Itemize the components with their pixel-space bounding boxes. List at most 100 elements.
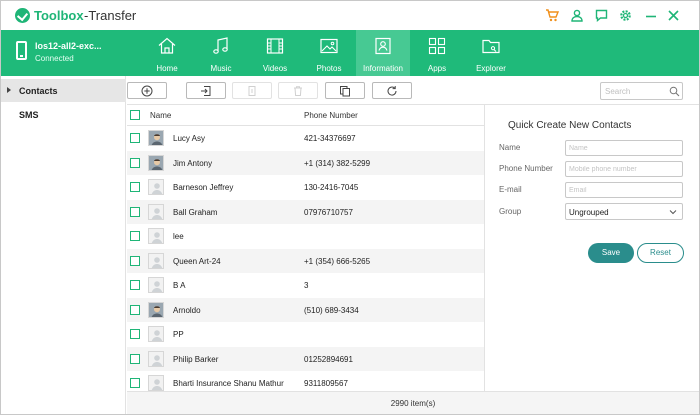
device-panel[interactable]: los12-all2-exc... Connected xyxy=(1,30,136,76)
row-checkbox[interactable] xyxy=(130,255,140,266)
table-row[interactable]: B A 3 xyxy=(127,273,484,298)
avatar xyxy=(148,203,164,220)
table-row[interactable]: Lucy Asy 421-34376697 xyxy=(127,126,484,151)
contact-phone: +1 (314) 382-5299 xyxy=(304,158,371,168)
tab-label: Videos xyxy=(262,64,288,73)
folder-icon xyxy=(482,39,500,54)
contact-phone: 01252894691 xyxy=(304,354,353,364)
row-checkbox[interactable] xyxy=(130,378,140,388)
import-icon xyxy=(201,85,211,96)
contacts-table: Name Phone Number Lucy Asy 421-34376697 Ji… xyxy=(127,105,484,391)
contact-name: Queen Art-24 xyxy=(173,256,221,266)
duplicate-button[interactable] xyxy=(325,82,365,99)
sidebar-item-label: Contacts xyxy=(19,86,58,96)
avatar xyxy=(148,228,164,244)
avatar xyxy=(148,301,164,318)
delete-button[interactable] xyxy=(278,82,318,99)
tab-apps[interactable]: Apps xyxy=(410,30,464,76)
sidebar-item-label: SMS xyxy=(19,110,39,120)
status-footer: 2990 item(s) xyxy=(127,391,699,414)
app-window: Toolbox -Transfer los12-all2-exc... Conn… xyxy=(0,0,700,415)
device-name: los12-all2-exc... xyxy=(35,41,102,51)
phone-icon xyxy=(16,41,27,60)
contacts-toolbar xyxy=(127,76,699,105)
duplicate-icon xyxy=(340,85,350,96)
email-field[interactable] xyxy=(565,182,683,198)
row-checkbox[interactable] xyxy=(130,280,140,290)
main-nav-bar: los12-all2-exc... Connected Home Music V… xyxy=(1,30,699,76)
table-row[interactable]: Arnoldo (510) 689-3434 xyxy=(127,297,484,322)
group-select[interactable]: Ungrouped xyxy=(565,203,683,220)
toolbox-logo-icon xyxy=(15,8,30,23)
import-button[interactable] xyxy=(186,82,226,99)
group-label: Group xyxy=(499,207,522,216)
user-icon[interactable] xyxy=(569,8,584,23)
table-row[interactable]: Philip Barker 01252894691 xyxy=(127,346,484,371)
table-row[interactable]: Barneson Jeffrey 130-2416-7045 xyxy=(127,175,484,200)
contact-name: Bharti Insurance Shanu Mathur xyxy=(173,379,284,388)
row-checkbox[interactable] xyxy=(130,133,140,143)
tab-music[interactable]: Music xyxy=(194,30,248,76)
row-checkbox[interactable] xyxy=(130,231,140,241)
app-title-brand: Toolbox xyxy=(34,8,84,23)
row-checkbox[interactable] xyxy=(130,206,140,217)
table-row[interactable]: PP xyxy=(127,322,484,347)
avatar xyxy=(148,154,164,171)
table-row[interactable]: Ball Graham 07976710757 xyxy=(127,199,484,224)
row-checkbox[interactable] xyxy=(130,304,140,315)
search-input[interactable] xyxy=(601,83,667,99)
tab-home[interactable]: Home xyxy=(140,30,194,76)
apps-grid-icon xyxy=(428,37,446,55)
search-icon[interactable] xyxy=(669,86,680,97)
image-icon xyxy=(320,38,338,54)
gear-icon[interactable] xyxy=(618,8,633,23)
tab-photos[interactable]: Photos xyxy=(302,30,356,76)
add-icon xyxy=(141,85,153,96)
sidebar-item-sms[interactable]: SMS xyxy=(1,103,126,126)
table-header: Name Phone Number xyxy=(127,105,484,126)
export-icon xyxy=(248,85,256,96)
avatar xyxy=(148,130,164,146)
film-icon xyxy=(266,38,284,54)
row-checkbox[interactable] xyxy=(130,182,140,192)
export-button[interactable] xyxy=(232,82,272,99)
tab-label: Explorer xyxy=(476,64,506,73)
feedback-icon[interactable] xyxy=(594,8,609,23)
add-contact-button[interactable] xyxy=(127,82,167,99)
close-icon[interactable] xyxy=(666,8,681,23)
delete-icon xyxy=(294,85,302,96)
save-button[interactable]: Save xyxy=(588,243,634,263)
refresh-icon xyxy=(387,85,397,96)
contact-name: Barneson Jeffrey xyxy=(173,183,234,192)
tab-label: Music xyxy=(210,64,232,73)
table-row[interactable]: lee xyxy=(127,224,484,249)
avatar xyxy=(148,179,164,195)
table-row[interactable]: Queen Art-24 +1 (354) 666-5265 xyxy=(127,248,484,273)
name-field[interactable] xyxy=(565,140,683,156)
music-icon xyxy=(213,37,228,54)
contact-phone: +1 (354) 666-5265 xyxy=(304,256,371,266)
minimize-icon[interactable] xyxy=(643,8,658,23)
quick-create-title: Quick Create New Contacts xyxy=(508,120,632,131)
row-checkbox[interactable] xyxy=(130,329,140,339)
sidebar-item-contacts[interactable]: Contacts xyxy=(1,79,126,102)
row-checkbox[interactable] xyxy=(130,353,140,364)
reset-button[interactable]: Reset xyxy=(637,243,684,263)
contact-name: PP xyxy=(173,330,184,339)
row-checkbox[interactable] xyxy=(130,157,140,168)
tab-label: Photos xyxy=(316,64,342,73)
table-row[interactable]: Jim Antony +1 (314) 382-5299 xyxy=(127,150,484,175)
app-title-suffix: -Transfer xyxy=(84,8,137,23)
select-all-checkbox[interactable] xyxy=(130,110,140,120)
tab-label: Apps xyxy=(427,64,447,73)
tab-videos[interactable]: Videos xyxy=(248,30,302,76)
cart-icon[interactable] xyxy=(544,8,559,23)
contact-name: Arnoldo xyxy=(173,305,201,315)
phone-number-field[interactable] xyxy=(565,161,683,177)
refresh-button[interactable] xyxy=(372,82,412,99)
contact-name: Philip Barker xyxy=(173,354,219,364)
contact-phone: 421-34376697 xyxy=(304,134,356,143)
sidebar: Contacts SMS xyxy=(1,76,126,414)
tab-information[interactable]: Information xyxy=(356,30,410,76)
tab-explorer[interactable]: Explorer xyxy=(464,30,518,76)
